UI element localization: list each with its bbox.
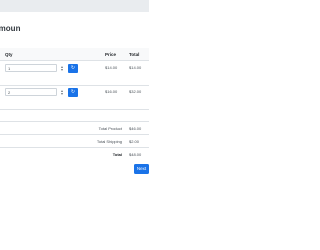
spinner-arrows-icon[interactable]: ▴ ▾ — [60, 89, 64, 96]
total-shipping-label: Total Shipping — [96, 139, 122, 144]
total-label: Total — [112, 152, 122, 157]
item-total: $14.00 — [129, 65, 142, 70]
header-price: Price — [105, 52, 117, 57]
total-value: $48.00 — [129, 152, 142, 157]
summary-row-total: Total $48.00 — [0, 148, 149, 160]
update-quantity-button[interactable]: ↻ — [68, 88, 78, 97]
page-title: arfkmoun — [0, 24, 21, 33]
quantity-input[interactable]: 1 — [5, 64, 57, 72]
total-product-label: Total Product — [98, 126, 122, 131]
total-shipping-value: $2.00 — [129, 139, 140, 144]
top-bar — [0, 0, 149, 12]
quantity-input[interactable]: 2 — [5, 88, 57, 96]
header-total: Total — [129, 52, 140, 57]
table-row: 2 ▴ ▾ ↻ $16.00 $32.00 — [0, 85, 149, 110]
header-qty: Qty — [5, 52, 13, 57]
spinner-arrows-icon[interactable]: ▴ ▾ — [60, 65, 64, 72]
update-quantity-button[interactable]: ↻ — [68, 64, 78, 73]
refresh-icon: ↻ — [70, 89, 76, 95]
summary-spacer-row — [0, 109, 149, 122]
refresh-icon: ↻ — [70, 65, 76, 71]
next-button[interactable]: Next — [134, 164, 149, 174]
item-price: $14.00 — [105, 65, 118, 70]
total-product-value: $46.00 — [129, 126, 142, 131]
item-total: $32.00 — [129, 89, 142, 94]
table-row: 1 ▴ ▾ ↻ $14.00 $14.00 — [0, 61, 149, 86]
table-header-row: Qty Price Total — [0, 48, 149, 61]
summary-row-total-shipping: Total Shipping $2.00 — [0, 135, 149, 148]
item-price: $16.00 — [105, 89, 118, 94]
summary-row-total-product: Total Product $46.00 — [0, 122, 149, 135]
